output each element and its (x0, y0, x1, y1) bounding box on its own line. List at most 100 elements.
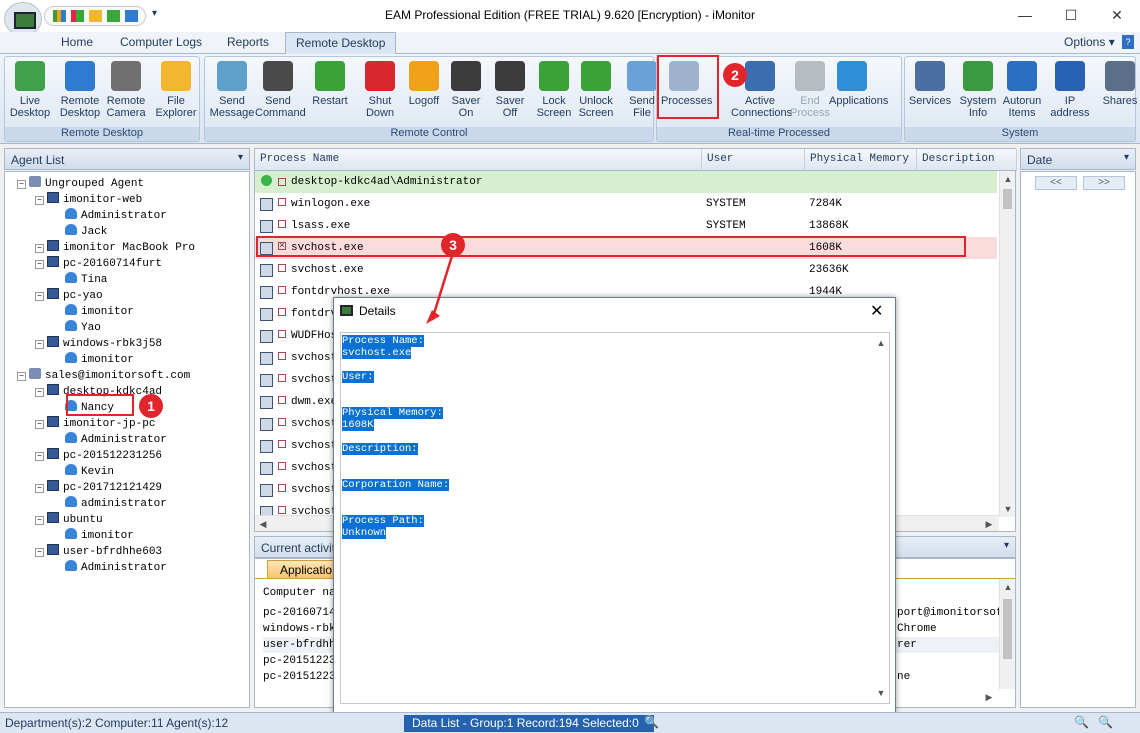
column-user[interactable]: User (702, 149, 805, 171)
expand-toggle-icon[interactable]: − (35, 260, 44, 269)
autorun-button[interactable]: Autorun Items (999, 61, 1045, 119)
camera-button[interactable]: Remote Camera (103, 61, 149, 119)
process-scrollbar[interactable]: ▲ ▼ (999, 171, 1015, 517)
tree-item-pc[interactable]: − pc-201712121429 (35, 480, 162, 494)
checkbox[interactable] (278, 264, 286, 272)
tab-reports[interactable]: Reports (227, 35, 269, 49)
expand-toggle-icon[interactable]: − (17, 372, 26, 381)
scroll-up-icon[interactable]: ▲ (1000, 171, 1016, 187)
tree-item-pc[interactable]: − pc-yao (35, 288, 103, 302)
tree-item-user[interactable]: Administrator (53, 432, 167, 446)
options-menu[interactable]: Options ▾ (1064, 35, 1115, 49)
details-scroll-up-icon[interactable]: ▲ (873, 335, 889, 351)
shares-button[interactable]: Shares (1097, 61, 1140, 107)
checkbox[interactable] (278, 506, 286, 514)
system-info-button[interactable]: System Info (955, 61, 1001, 119)
checkbox[interactable] (278, 198, 286, 206)
tree-item-user[interactable]: Yao (53, 320, 101, 334)
tree-item-user[interactable]: administrator (53, 496, 167, 510)
tree-item-pc[interactable]: − pc-201512231256 (35, 448, 162, 462)
tree-item-grp[interactable]: − Ungrouped Agent (17, 176, 144, 190)
checkbox[interactable] (278, 374, 286, 382)
group-row[interactable]: desktop-kdkc4ad\Administrator (255, 171, 997, 193)
column-description[interactable]: Description (917, 149, 1017, 171)
zoom-in-icon[interactable]: 🔍 (1074, 715, 1089, 729)
activities-scrollbar[interactable]: ▲ (999, 579, 1015, 689)
expand-toggle-icon[interactable]: − (35, 516, 44, 525)
details-scroll-down-icon[interactable]: ▼ (873, 685, 889, 701)
expand-toggle-icon[interactable]: − (35, 196, 44, 205)
activities-scroll-up-icon[interactable]: ▲ (1000, 579, 1016, 595)
tree-item-pc[interactable]: − user-bfrdhhe603 (35, 544, 162, 558)
process-row[interactable]: lsass.exe SYSTEM 13868K (255, 215, 997, 237)
checkbox[interactable] (278, 462, 286, 470)
expand-toggle-icon[interactable]: − (35, 484, 44, 493)
tab-computer-logs[interactable]: Computer Logs (120, 35, 202, 49)
expand-toggle-icon[interactable]: − (35, 452, 44, 461)
monitor-button[interactable]: Live Desktop (7, 61, 53, 119)
folder-button[interactable]: File Explorer (153, 61, 199, 119)
activities-scroll-thumb[interactable] (1003, 599, 1012, 659)
expand-toggle-icon[interactable]: − (35, 292, 44, 301)
applications-button[interactable]: Applications (829, 61, 888, 107)
tree-item-user[interactable]: imonitor (53, 304, 134, 318)
zoom-out-icon[interactable]: 🔍 (1098, 715, 1113, 729)
tree-item-user[interactable]: Kevin (53, 464, 114, 478)
date-next-button[interactable]: >> (1083, 176, 1125, 190)
scroll-right-icon[interactable]: ▶ (981, 516, 997, 532)
expand-toggle-icon[interactable]: − (35, 244, 44, 253)
power-button[interactable]: Shut Down (357, 61, 403, 119)
tree-item-user[interactable]: imonitor (53, 352, 134, 366)
unlock-button[interactable]: Unlock Screen (573, 61, 619, 119)
lock-button[interactable]: Lock Screen (531, 61, 577, 119)
tree-item-pc[interactable]: − ubuntu (35, 512, 103, 526)
expand-toggle-icon[interactable]: − (35, 388, 44, 397)
expand-toggle-icon[interactable]: − (35, 420, 44, 429)
date-prev-button[interactable]: << (1035, 176, 1077, 190)
checkbox[interactable] (278, 440, 286, 448)
tree-item-user[interactable]: Administrator (53, 208, 167, 222)
checkbox[interactable] (278, 308, 286, 316)
tree-item-pc[interactable]: − pc-20160714furt (35, 256, 162, 270)
tab-remote-desktop[interactable]: Remote Desktop (285, 32, 397, 55)
scroll-left-icon[interactable]: ◀ (255, 516, 271, 532)
checkbox[interactable] (278, 220, 286, 228)
checkbox[interactable] (278, 352, 286, 360)
checkbox[interactable] (278, 396, 286, 404)
activities-scroll-right-icon[interactable]: ▶ (981, 689, 997, 705)
expand-toggle-icon[interactable]: − (35, 340, 44, 349)
screensaver-on-button[interactable]: Saver On (443, 61, 489, 119)
tree-item-pc[interactable]: − windows-rbk3j58 (35, 336, 162, 350)
ip-button[interactable]: IP address (1047, 61, 1093, 119)
agent-list-dropdown-icon[interactable]: ▾ (238, 152, 243, 163)
message-button[interactable]: Send Message (209, 61, 255, 119)
tree-item-user[interactable]: Administrator (53, 560, 167, 574)
scroll-down-icon[interactable]: ▼ (1000, 501, 1016, 517)
tree-item-pc[interactable]: − imonitor MacBook Pro (35, 240, 195, 254)
scroll-thumb[interactable] (1003, 189, 1012, 209)
column-physical-memory[interactable]: Physical Memory (805, 149, 917, 171)
close-button[interactable]: ✕ (1094, 0, 1140, 32)
services-button[interactable]: Services (907, 61, 953, 107)
tree-item-pc[interactable]: − imonitor-jp-pc (35, 416, 155, 430)
details-textarea[interactable]: Process Name: svchost.exe User: Physical Me… (340, 332, 890, 704)
maximize-button[interactable]: ☐ (1048, 0, 1094, 32)
desktop-button[interactable]: Remote Desktop (57, 61, 103, 119)
help-icon[interactable]: ? (1122, 35, 1134, 49)
activities-dropdown-icon[interactable]: ▾ (1004, 540, 1009, 551)
command-button[interactable]: Send Command (255, 61, 306, 119)
date-dropdown-icon[interactable]: ▾ (1124, 152, 1129, 163)
process-row[interactable]: svchost.exe 23636K (255, 259, 997, 281)
key-button[interactable]: Logoff (401, 61, 447, 107)
process-row[interactable]: winlogon.exe SYSTEM 7284K (255, 193, 997, 215)
column-process-name[interactable]: Process Name (255, 149, 702, 171)
dialog-close-icon[interactable]: ✕ (870, 301, 883, 321)
screensaver-off-button[interactable]: Saver Off (487, 61, 533, 119)
tree-item-grp[interactable]: − sales@imonitorsoft.com (17, 368, 190, 382)
checkbox[interactable] (278, 178, 286, 186)
expand-toggle-icon[interactable]: − (35, 548, 44, 557)
checkbox[interactable] (278, 286, 286, 294)
checkbox[interactable] (278, 418, 286, 426)
restart-button[interactable]: Restart (307, 61, 353, 107)
minimize-button[interactable]: — (1002, 0, 1048, 32)
